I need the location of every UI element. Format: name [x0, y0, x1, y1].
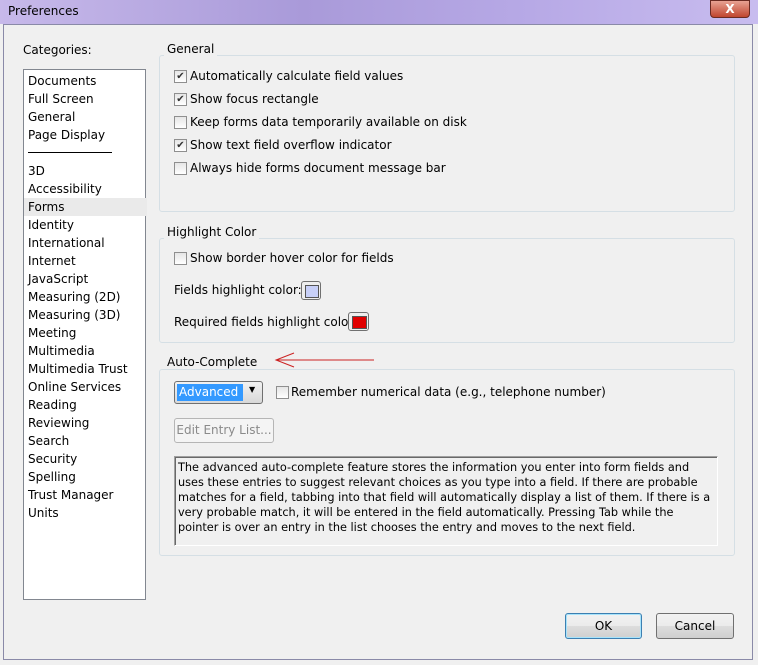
category-item[interactable]: Spelling — [28, 468, 143, 486]
category-item[interactable]: Meeting — [28, 324, 143, 342]
category-item[interactable]: International — [28, 234, 143, 252]
category-item[interactable]: Measuring (3D) — [28, 306, 143, 324]
category-item[interactable]: Trust Manager — [28, 486, 143, 504]
ok-button[interactable]: OK — [565, 613, 642, 639]
category-item[interactable]: Online Services — [28, 378, 143, 396]
autocomplete-description: The advanced auto-complete feature store… — [174, 456, 718, 546]
title-bar — [0, 0, 758, 24]
category-item[interactable]: Multimedia — [28, 342, 143, 360]
highlight-title: Highlight Color — [164, 225, 260, 239]
category-item[interactable]: Documents — [28, 72, 143, 90]
required-color-label: Required fields highlight color: — [174, 315, 358, 329]
hover-color-checkbox[interactable] — [174, 252, 187, 265]
general-option-label: Show focus rectangle — [190, 92, 319, 106]
categories-list[interactable]: Documents Full Screen General Page Display 3… — [23, 69, 147, 600]
category-item[interactable]: Accessibility — [28, 180, 143, 198]
general-option-label: Show text field overflow indicator — [190, 138, 392, 152]
category-item[interactable]: Page Display — [28, 126, 143, 144]
category-item[interactable]: Full Screen — [28, 90, 143, 108]
hover-color-label: Show border hover color for fields — [190, 251, 394, 265]
category-item[interactable]: Reviewing — [28, 414, 143, 432]
chevron-down-icon: ▼ — [249, 385, 256, 394]
close-button[interactable]: X — [710, 0, 750, 18]
category-item[interactable]: Reading — [28, 396, 143, 414]
autocomplete-title: Auto-Complete — [164, 355, 261, 369]
category-item[interactable]: Multimedia Trust — [28, 360, 143, 378]
category-item[interactable]: Internet — [28, 252, 143, 270]
edit-entry-list-button[interactable]: Edit Entry List... — [174, 418, 274, 443]
category-item[interactable]: Identity — [28, 216, 143, 234]
fields-color-label: Fields highlight color: — [174, 283, 302, 297]
required-color-picker[interactable] — [348, 312, 369, 331]
fields-color-picker[interactable] — [301, 281, 321, 300]
window-title: Preferences — [8, 4, 79, 18]
category-item[interactable]: 3D — [28, 162, 143, 180]
category-separator — [28, 152, 112, 153]
dropdown-value: Advanced — [177, 384, 243, 401]
general-option-checkbox[interactable] — [174, 162, 187, 175]
autocomplete-mode-dropdown[interactable]: Advanced ▼ — [174, 381, 263, 404]
general-option-checkbox[interactable]: ✔ — [174, 93, 187, 106]
fields-color-swatch — [305, 285, 319, 298]
category-item[interactable]: JavaScript — [28, 270, 143, 288]
category-item[interactable]: General — [28, 108, 143, 126]
general-option-label: Always hide forms document message bar — [190, 161, 446, 175]
category-item[interactable]: Forms — [24, 198, 147, 216]
general-option-label: Keep forms data temporarily available on… — [190, 115, 467, 129]
remember-numerical-label: Remember numerical data (e.g., telephone… — [291, 385, 606, 399]
general-option-checkbox[interactable]: ✔ — [174, 70, 187, 83]
category-item[interactable]: Units — [28, 504, 143, 522]
general-option-checkbox[interactable]: ✔ — [174, 139, 187, 152]
remember-numerical-checkbox[interactable] — [276, 386, 289, 399]
category-item[interactable]: Search — [28, 432, 143, 450]
general-title: General — [164, 42, 218, 56]
annotation-arrow-icon — [274, 352, 374, 368]
required-color-swatch — [352, 316, 367, 329]
categories-label: Categories: — [23, 43, 92, 57]
general-option-checkbox[interactable] — [174, 116, 187, 129]
category-item[interactable]: Security — [28, 450, 143, 468]
category-item[interactable]: Measuring (2D) — [28, 288, 143, 306]
general-option-label: Automatically calculate field values — [190, 69, 404, 83]
cancel-button[interactable]: Cancel — [656, 613, 734, 639]
